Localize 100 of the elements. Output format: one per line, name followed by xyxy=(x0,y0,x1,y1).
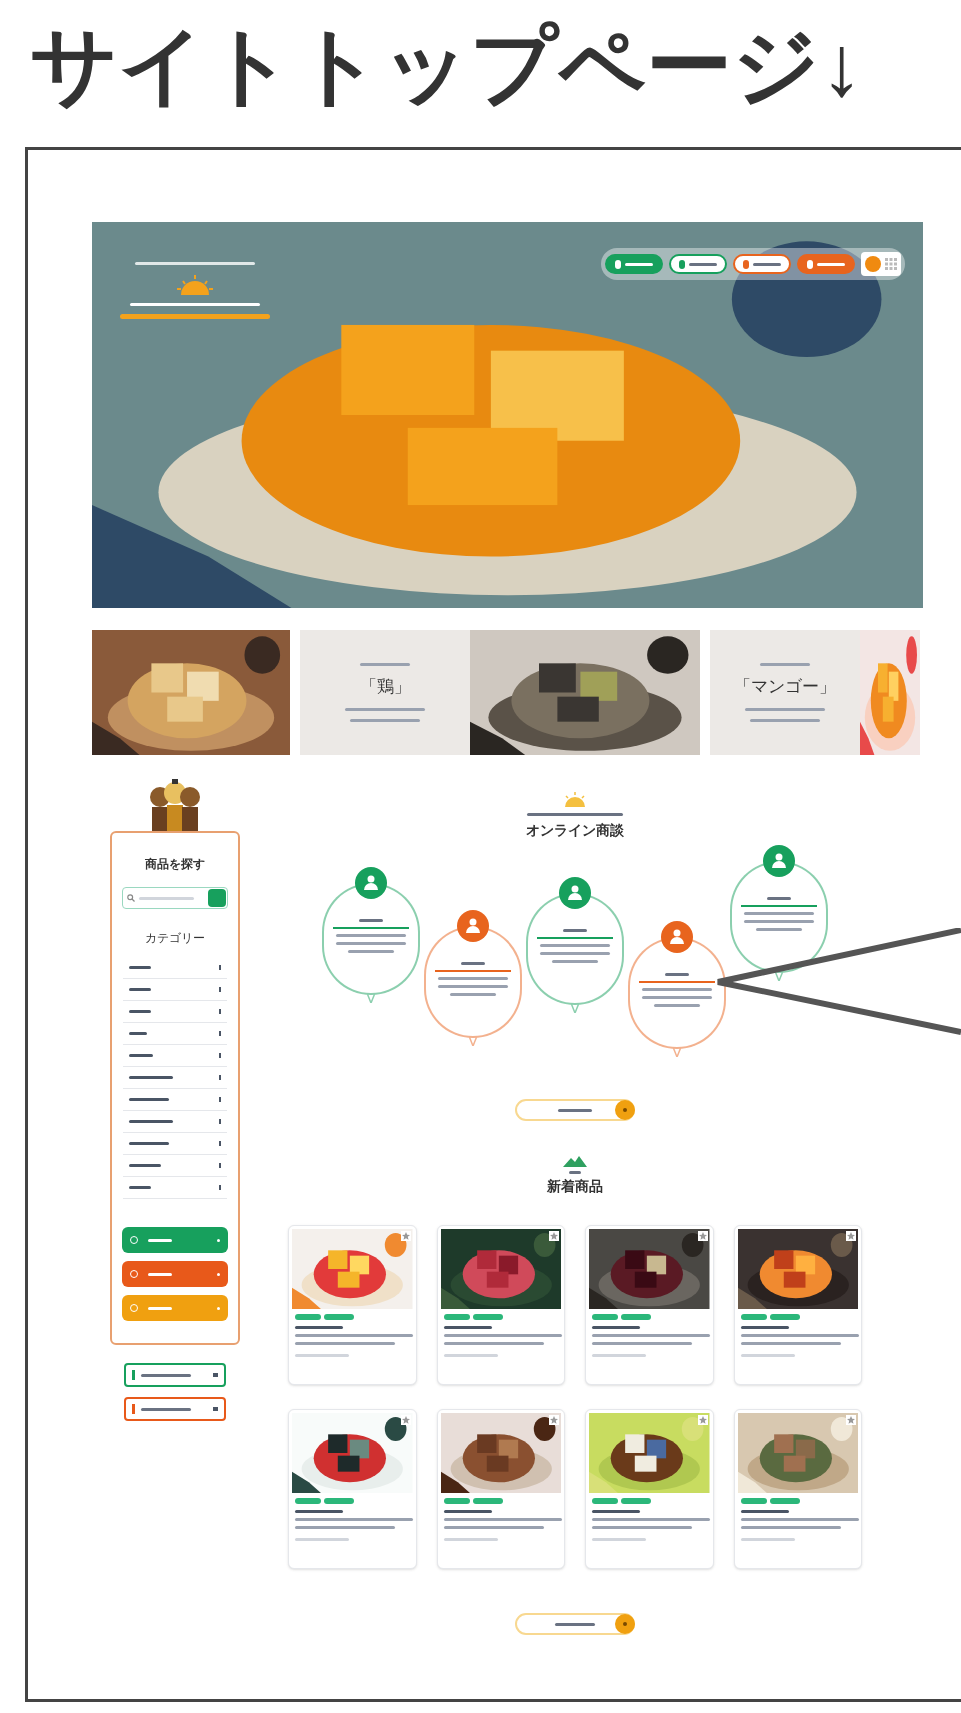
blurred-text xyxy=(654,1004,700,1008)
blurred-text xyxy=(129,1120,173,1124)
banner-panel[interactable]: 「マンゴー」 xyxy=(710,630,860,756)
product-card[interactable] xyxy=(288,1409,417,1570)
star-icon[interactable] xyxy=(549,1415,559,1426)
nav-button[interactable] xyxy=(733,254,791,275)
page-heading: サイトトップページ↓ xyxy=(29,16,864,115)
blurred-text xyxy=(295,1354,349,1358)
sidebar-title: 商品を探す xyxy=(145,856,205,874)
blurred-text xyxy=(740,1510,789,1514)
product-card[interactable] xyxy=(585,1409,714,1570)
blurred-text xyxy=(139,896,194,900)
blurred-text xyxy=(443,1354,498,1358)
star-icon[interactable] xyxy=(846,1415,856,1426)
bubble-tail-icon xyxy=(367,993,375,1004)
blurred-text xyxy=(760,663,810,667)
tag xyxy=(740,1314,767,1321)
view-all-button[interactable] xyxy=(515,1613,635,1636)
product-card[interactable] xyxy=(436,1225,565,1386)
blurred-text xyxy=(592,1510,640,1514)
sun-logo-icon xyxy=(175,273,215,296)
tag xyxy=(621,1498,651,1505)
grid-icon xyxy=(885,258,897,271)
mountain-icon xyxy=(563,1155,587,1168)
star-icon[interactable] xyxy=(400,1415,411,1426)
blurred-text xyxy=(665,973,689,977)
blurred-text xyxy=(359,919,383,923)
nav-button[interactable] xyxy=(669,254,727,275)
bubble-tail-icon xyxy=(775,971,783,982)
blurred-text xyxy=(443,1538,498,1542)
blurred-text xyxy=(129,1076,173,1080)
blurred-text xyxy=(558,1108,592,1112)
blurred-text xyxy=(767,897,791,901)
blurred-text xyxy=(129,1164,161,1168)
star-icon[interactable] xyxy=(697,1231,708,1242)
star-icon[interactable] xyxy=(400,1231,411,1242)
tag xyxy=(295,1498,321,1505)
tag xyxy=(592,1314,618,1321)
blurred-text xyxy=(129,1054,153,1058)
section-title: 新着商品 xyxy=(547,1177,603,1197)
blurred-text xyxy=(129,1010,151,1014)
blurred-text xyxy=(141,1373,191,1377)
blurred-text xyxy=(744,920,814,924)
tag xyxy=(443,1498,470,1505)
sidebar-button[interactable] xyxy=(122,1227,228,1254)
tag xyxy=(740,1498,767,1505)
search-field[interactable] xyxy=(122,887,228,910)
blurred-text xyxy=(817,262,845,266)
nav-button[interactable] xyxy=(605,254,663,275)
nav-button[interactable] xyxy=(797,254,855,275)
blurred-text xyxy=(141,1407,191,1411)
blurred-text xyxy=(443,1510,492,1514)
section-title: オンライン商談 xyxy=(526,821,624,841)
blurred-text xyxy=(295,1538,349,1542)
product-card[interactable] xyxy=(585,1225,714,1386)
blurred-text xyxy=(348,950,394,954)
tag xyxy=(324,1314,354,1321)
blurred-text xyxy=(438,977,508,981)
blurred-text xyxy=(756,928,802,932)
tag xyxy=(472,1498,503,1505)
blurred-text xyxy=(540,952,610,956)
search-icon xyxy=(127,894,135,903)
blurred-text xyxy=(642,996,712,1000)
tag xyxy=(769,1498,800,1505)
blurred-text xyxy=(450,993,496,997)
blurred-text xyxy=(129,1098,169,1102)
star-icon[interactable] xyxy=(697,1415,708,1426)
blurred-text xyxy=(569,1171,581,1175)
star-icon[interactable] xyxy=(846,1231,856,1242)
blurred-text xyxy=(129,988,151,992)
blurred-text xyxy=(295,1326,343,1330)
blurred-text xyxy=(555,1622,595,1626)
banner-panel[interactable]: 「鶏」 xyxy=(300,630,470,756)
search-button[interactable] xyxy=(208,889,226,908)
sidebar-title: カテゴリー xyxy=(145,930,205,948)
blurred-text xyxy=(740,1538,795,1542)
bubble-tail-icon xyxy=(673,1047,681,1058)
blurred-text xyxy=(129,1186,151,1190)
blurred-text xyxy=(750,718,820,722)
product-card[interactable] xyxy=(733,1225,862,1386)
blurred-text xyxy=(689,262,717,266)
star-icon[interactable] xyxy=(549,1231,559,1242)
blurred-text xyxy=(438,985,508,989)
blurred-text xyxy=(753,262,781,266)
tag xyxy=(621,1314,651,1321)
sidebar-link-button[interactable] xyxy=(124,1397,226,1422)
blurred-text xyxy=(443,1326,492,1330)
blurred-text xyxy=(148,1238,172,1242)
view-all-button[interactable] xyxy=(515,1099,635,1122)
banner-title: 「マンゴー」 xyxy=(734,676,836,699)
blurred-text xyxy=(129,966,151,970)
blurred-text xyxy=(129,1142,169,1146)
tag xyxy=(295,1314,321,1321)
blurred-text xyxy=(592,1538,646,1542)
sidebar-button[interactable] xyxy=(122,1261,228,1288)
sidebar-link-button[interactable] xyxy=(124,1363,226,1388)
blurred-text xyxy=(625,262,653,266)
tag xyxy=(769,1314,800,1321)
product-card[interactable] xyxy=(436,1409,565,1570)
bubble-tail-icon xyxy=(571,1003,579,1014)
